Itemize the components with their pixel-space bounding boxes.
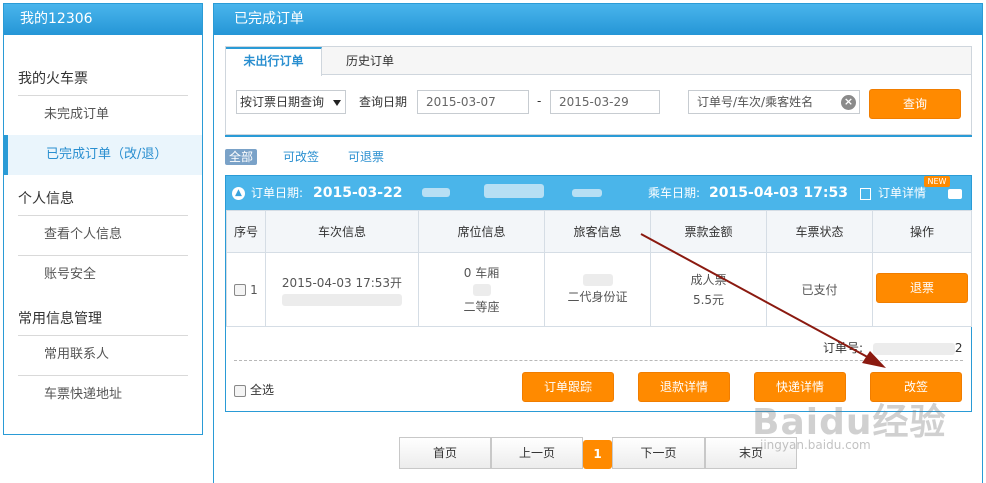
row-index: 1 [250, 282, 258, 297]
date-separator: - [537, 94, 542, 108]
query-button[interactable]: 查询 [869, 89, 961, 119]
order-date: 2015-03-22 [313, 185, 403, 201]
passenger-info-cell: 二代身份证 [544, 252, 651, 327]
sidebar-item-account-security[interactable]: 账号安全 [4, 255, 202, 295]
filter-changeable[interactable]: 可改签 [283, 149, 319, 165]
search-box: 未出行订单 历史订单 按订票日期查询 查询日期 2015-03-07 - 201… [225, 46, 972, 135]
select-all-label: 全选 [250, 383, 275, 397]
filter-refundable[interactable]: 可退票 [348, 149, 384, 165]
ticket-price: 5.5元 [692, 292, 725, 307]
divider [225, 135, 972, 137]
column-header: 车票状态 [766, 210, 873, 253]
sidebar-item-delivery-address[interactable]: 车票快递地址 [4, 375, 202, 415]
order-header-bar: ▲ 订单日期: 2015-03-22 乘车日期: 2015-04-03 17:5… [226, 176, 971, 210]
redacted-text [472, 284, 491, 296]
row-checkbox[interactable] [234, 284, 247, 296]
filter-all[interactable]: 全部 [225, 149, 258, 165]
refund-button[interactable]: 退票 [876, 273, 968, 303]
refund-details-button[interactable]: 退款详情 [638, 372, 730, 402]
sidebar: 我的12306 我的火车票 未完成订单 已完成订单（改/退） 个人信息 查看个人… [3, 3, 203, 435]
select-all[interactable]: 全选 [234, 381, 274, 398]
redacted-text [422, 188, 450, 197]
select-all-checkbox[interactable] [234, 384, 246, 397]
column-header: 票款金额 [650, 210, 767, 253]
new-badge: NEW [924, 176, 950, 187]
divider [234, 360, 963, 361]
chevron-down-icon [333, 100, 341, 106]
seat-info-cell: 0 车厢 二等座 [418, 252, 545, 327]
seat-carriage: 0 车厢 [463, 265, 500, 280]
sidebar-item-view-profile[interactable]: 查看个人信息 [4, 215, 202, 255]
travel-date-label: 乘车日期: [648, 186, 701, 200]
row-index-cell: 1 [226, 252, 266, 327]
order-number-tail: 2 [954, 341, 963, 355]
tab-history-orders[interactable]: 历史订单 [330, 47, 410, 75]
order-number-label: 订单号: [823, 341, 864, 355]
order-date-label: 订单日期: [251, 186, 304, 200]
order-tracking-button[interactable]: 订单跟踪 [522, 372, 614, 402]
pager-prev[interactable]: 上一页 [491, 437, 583, 469]
column-header: 车次信息 [265, 210, 419, 253]
pager-first[interactable]: 首页 [399, 437, 491, 469]
tab-bar: 未出行订单 历史订单 [226, 47, 971, 76]
collapse-icon[interactable]: ▲ [232, 187, 245, 200]
ticket-table: 序号 车次信息 席位信息 旅客信息 票款金额 车票状态 操作 1 2015-04… [226, 210, 972, 327]
date-to-input[interactable]: 2015-03-29 [550, 90, 660, 114]
redacted-text [572, 189, 602, 197]
redacted-text [282, 294, 402, 306]
order-detail-link[interactable]: 订单详情 [878, 176, 926, 210]
column-header: 操作 [872, 210, 972, 253]
redacted-text [484, 184, 544, 198]
travel-datetime: 2015-04-03 17:53 [709, 185, 848, 201]
keyword-placeholder: 订单号/车次/乘客姓名 [697, 95, 814, 109]
date-from-input[interactable]: 2015-03-07 [417, 90, 529, 114]
status-cell: 已支付 [766, 252, 873, 327]
train-info-cell: 2015-04-03 17:53开 [265, 252, 419, 327]
keyword-search-input[interactable]: 订单号/车次/乘客姓名 × [688, 90, 860, 114]
print-icon[interactable] [948, 189, 962, 199]
table-row: 1 2015-04-03 17:53开 0 车厢 二等座 二代身份证 成人票 5… [226, 252, 972, 327]
query-type-select[interactable]: 按订票日期查询 [236, 90, 346, 114]
sidebar-title: 我的12306 [4, 4, 202, 35]
date-label: 查询日期 [359, 95, 408, 109]
action-cell: 退票 [872, 252, 972, 327]
watermark-url: jingyan.baidu.com [760, 438, 871, 452]
page-title: 已完成订单 [214, 4, 982, 35]
table-header-row: 序号 车次信息 席位信息 旅客信息 票款金额 车票状态 操作 [226, 210, 972, 253]
sidebar-item-completed-orders[interactable]: 已完成订单（改/退） [4, 135, 202, 175]
section-common-info: 常用信息管理 [18, 311, 102, 327]
column-header: 席位信息 [418, 210, 545, 253]
column-header: 序号 [226, 210, 266, 253]
query-type-value: 按订票日期查询 [240, 95, 325, 109]
price-cell: 成人票 5.5元 [650, 252, 767, 327]
column-header: 旅客信息 [544, 210, 651, 253]
train-time: 2015-04-03 17:53开 [281, 275, 403, 290]
tab-upcoming-orders[interactable]: 未出行订单 [226, 47, 322, 76]
clear-icon[interactable]: × [841, 95, 856, 110]
pager-next[interactable]: 下一页 [612, 437, 705, 469]
redacted-text [872, 342, 955, 355]
section-personal-info: 个人信息 [18, 191, 74, 207]
order-card: ▲ 订单日期: 2015-03-22 乘车日期: 2015-04-03 17:5… [225, 175, 972, 412]
ticket-status: 已支付 [801, 283, 838, 297]
sidebar-item-unfinished-orders[interactable]: 未完成订单 [4, 95, 202, 135]
sidebar-item-contacts[interactable]: 常用联系人 [4, 335, 202, 375]
section-my-tickets: 我的火车票 [18, 71, 88, 87]
pager-current-page[interactable]: 1 [583, 440, 612, 469]
order-number: 订单号: 2 [823, 339, 963, 356]
passenger-id-type: 二代身份证 [567, 289, 628, 304]
redacted-text [582, 274, 613, 286]
ticket-type: 成人票 [690, 272, 727, 287]
document-icon [860, 188, 871, 200]
seat-class: 二等座 [463, 299, 500, 314]
